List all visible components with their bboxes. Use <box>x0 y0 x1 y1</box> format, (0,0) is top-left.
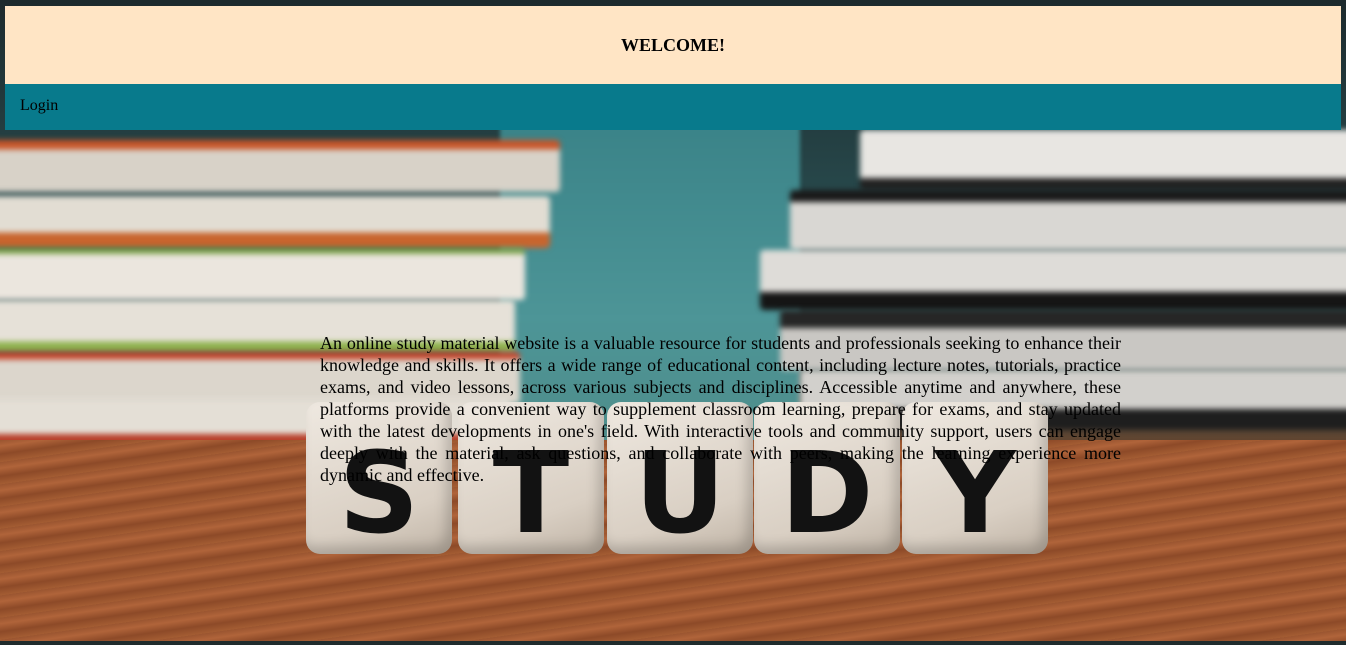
book-shape <box>860 130 1346 190</box>
book-shape <box>0 140 560 192</box>
book-shape <box>790 190 1346 250</box>
site-description: An online study material website is a va… <box>320 333 1121 485</box>
page-title: WELCOME! <box>620 34 725 55</box>
page: S T U D Y WELCOME! Login An online study… <box>0 0 1346 645</box>
bottom-edge <box>0 641 1346 645</box>
book-shape <box>0 248 525 300</box>
page-header: WELCOME! <box>5 6 1341 84</box>
login-link[interactable]: Login <box>20 97 58 115</box>
nav-bar: Login <box>5 84 1341 130</box>
book-shape <box>0 196 550 248</box>
book-shape <box>760 250 1346 310</box>
